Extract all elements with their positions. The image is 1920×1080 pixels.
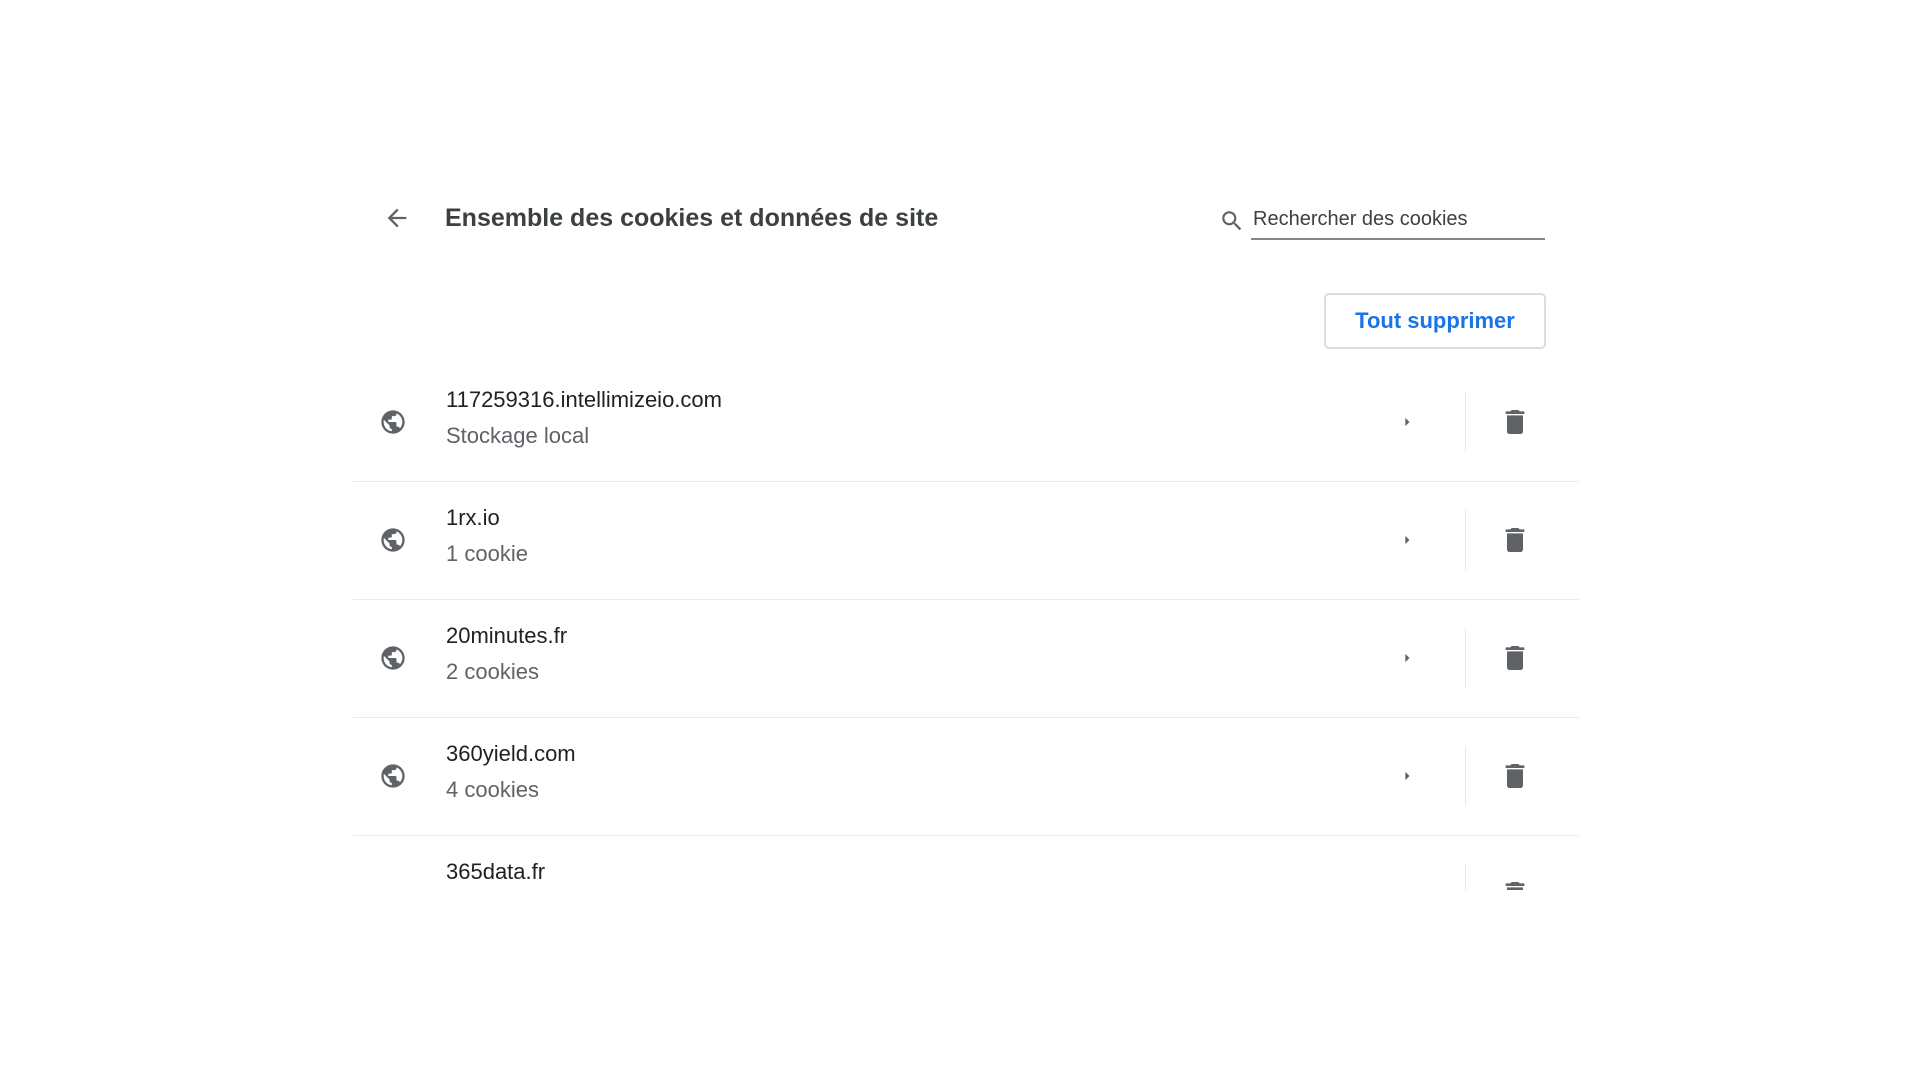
arrow-right-icon [1405, 417, 1410, 427]
trash-icon [1505, 764, 1525, 788]
site-detail: 1 cookie [446, 541, 528, 566]
cookies-settings-page: Ensemble des cookies et données de site … [0, 0, 1920, 1080]
site-text: 365data.fr [446, 856, 545, 890]
site-name: 365data.fr [446, 859, 546, 884]
trash-icon [1505, 528, 1525, 552]
trash-icon [1505, 646, 1525, 670]
row-divider [1465, 746, 1466, 806]
expand-site-button[interactable] [1389, 404, 1425, 440]
search-input[interactable] [1251, 200, 1545, 240]
site-text: 360yield.com 4 cookies [446, 738, 576, 806]
site-name: 117259316.intellimizeio.com [446, 387, 722, 412]
site-text: 20minutes.fr 2 cookies [446, 620, 567, 688]
row-divider [1465, 392, 1466, 452]
site-row[interactable]: 360yield.com 4 cookies [353, 718, 1579, 836]
expand-site-button[interactable] [1389, 876, 1425, 890]
globe-icon [381, 764, 405, 788]
arrow-right-icon [1405, 771, 1410, 781]
cookies-panel: Ensemble des cookies et données de site … [353, 180, 1579, 890]
row-divider [1465, 628, 1466, 688]
expand-site-button[interactable] [1389, 640, 1425, 676]
arrow-right-icon [1405, 535, 1410, 545]
delete-site-button[interactable] [1493, 636, 1537, 680]
remove-all-button[interactable]: Tout supprimer [1324, 293, 1546, 349]
delete-site-button[interactable] [1493, 754, 1537, 798]
site-detail: 4 cookies [446, 777, 539, 802]
site-detail: 2 cookies [446, 659, 539, 684]
back-button[interactable] [377, 198, 417, 238]
site-row[interactable]: 1rx.io 1 cookie [353, 482, 1579, 600]
delete-site-button[interactable] [1493, 400, 1537, 444]
trash-icon [1505, 410, 1525, 434]
globe-icon [381, 410, 405, 434]
site-row[interactable]: 365data.fr [353, 836, 1579, 890]
search-icon [1222, 211, 1242, 231]
site-name: 360yield.com [446, 741, 576, 766]
expand-site-button[interactable] [1389, 522, 1425, 558]
row-divider [1465, 864, 1466, 890]
search-box[interactable] [1219, 200, 1551, 242]
row-divider [1465, 510, 1466, 570]
actions-bar: Tout supprimer [353, 256, 1579, 364]
globe-icon [381, 528, 405, 552]
site-favicon-icon [379, 880, 407, 890]
site-list: 117259316.intellimizeio.com Stockage loc… [353, 364, 1579, 890]
arrow-right-icon [1405, 653, 1410, 663]
site-text: 117259316.intellimizeio.com Stockage loc… [446, 384, 722, 452]
delete-site-button[interactable] [1493, 872, 1537, 890]
delete-site-button[interactable] [1493, 518, 1537, 562]
expand-site-button[interactable] [1389, 758, 1425, 794]
site-detail: Stockage local [446, 423, 590, 448]
page-title: Ensemble des cookies et données de site [445, 204, 939, 232]
site-name: 20minutes.fr [446, 623, 568, 648]
site-name: 1rx.io [446, 505, 500, 530]
site-row[interactable]: 117259316.intellimizeio.com Stockage loc… [353, 364, 1579, 482]
site-text: 1rx.io 1 cookie [446, 502, 528, 570]
arrow-back-icon [387, 208, 407, 228]
trash-icon [1505, 882, 1525, 890]
arrow-right-icon [1405, 889, 1406, 890]
globe-icon [381, 646, 405, 670]
header: Ensemble des cookies et données de site [353, 180, 1579, 256]
site-row[interactable]: 20minutes.fr 2 cookies [353, 600, 1579, 718]
